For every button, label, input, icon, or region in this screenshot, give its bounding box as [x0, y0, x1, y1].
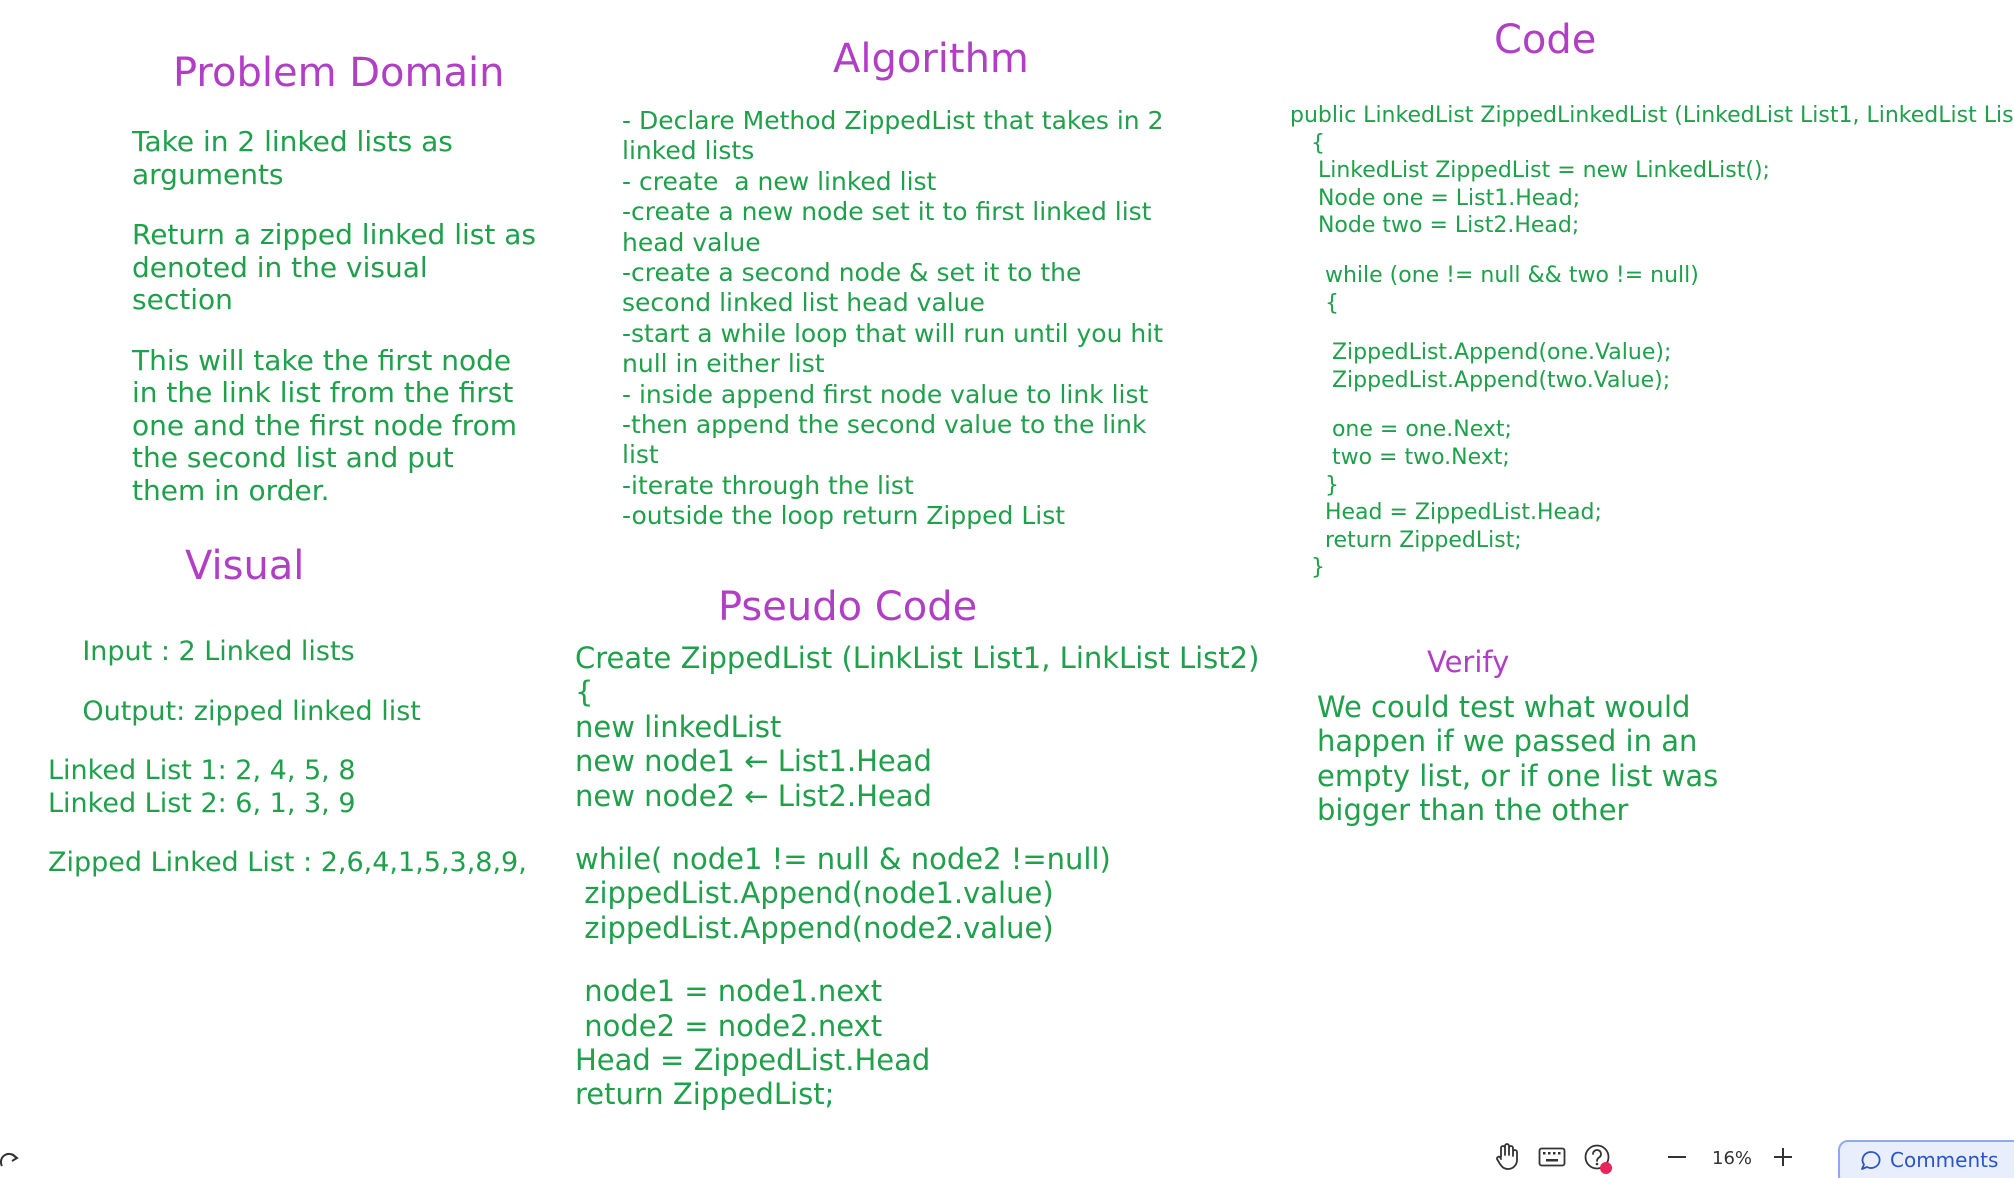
text-line: happen if we passed in an	[1317, 724, 1698, 759]
whiteboard-canvas[interactable]: Problem Domain Take in 2 linked lists as…	[0, 0, 2014, 1178]
text-line: zippedList.Append(node1.value)	[575, 876, 1054, 911]
text-line	[1290, 394, 2014, 416]
hand-icon	[1496, 1143, 1518, 1170]
text-line: node1 = node1.next	[575, 974, 883, 1009]
text-line: - create a new linked list	[622, 166, 937, 196]
algorithm-heading: Algorithm	[833, 36, 1029, 82]
text-line: ZippedList.Append(one.Value);	[1290, 340, 1672, 366]
text-line: Input : 2 Linked lists	[48, 636, 355, 667]
zoom-level[interactable]: 16%	[1712, 1148, 1752, 1169]
text-line: }	[1290, 472, 1339, 498]
keyboard-shortcuts-button[interactable]	[1535, 1140, 1569, 1174]
text-line: while( node1 != null & node2 !=null)	[575, 842, 1111, 877]
text-line: linked lists	[622, 136, 755, 166]
text-line: -then append the second value to the lin…	[622, 410, 1147, 440]
text-line: section	[132, 283, 233, 316]
text-line: second linked list head value	[622, 288, 985, 318]
zoom-out-icon	[1668, 1156, 1686, 1158]
text-line: node2 = node2.next	[575, 1008, 883, 1043]
comments-button[interactable]: Comments	[1838, 1140, 2014, 1178]
text-line: new linkedList	[575, 709, 782, 744]
problem-domain-text: Take in 2 linked lists as arguments Return…	[132, 125, 536, 507]
visual-text: Input : 2 Linked lists Output: zipped li…	[48, 636, 527, 880]
text-line: one and the first node from	[132, 408, 517, 442]
text-line: them in order.	[132, 473, 330, 507]
comment-icon	[1861, 1151, 1881, 1170]
text-line: Node two = List2.Head;	[1290, 213, 1580, 239]
text-line: the second list and put	[132, 441, 454, 474]
visual-heading: Visual	[185, 543, 305, 589]
pseudo-code-text: Create ZippedList (LinkList List1, LinkL…	[575, 641, 1259, 1112]
text-line: null in either list	[622, 349, 825, 379]
text-line: Create ZippedList (LinkList List1, LinkL…	[575, 641, 1260, 675]
text-line: - Declare Method ZippedList that takes i…	[622, 106, 1164, 135]
text-line: {	[1290, 130, 1325, 156]
hand-tool-button[interactable]	[1490, 1140, 1524, 1174]
bottom-toolbar: 16% Comments	[1490, 1140, 2014, 1178]
pseudo-code-heading: Pseudo Code	[718, 584, 978, 630]
text-line: Node one = List1.Head;	[1290, 185, 1581, 211]
code-heading: Code	[1494, 17, 1597, 63]
text-line: -outside the loop return Zipped List	[622, 501, 1066, 531]
verify-text: We could test what would happen if we pas…	[1317, 690, 1718, 828]
text-line: arguments	[132, 157, 284, 191]
text-line: LinkedList ZippedList = new LinkedList()…	[1290, 158, 1770, 184]
text-line: This will take the first node	[132, 343, 512, 377]
text-line: Return a zipped linked list as	[132, 218, 536, 251]
text-line: - inside append first node value to link…	[622, 379, 1149, 409]
text-line: ZippedList.Append(two.Value);	[1290, 367, 1671, 393]
text-line: two = two.Next;	[1290, 444, 1510, 470]
problem-domain-heading: Problem Domain	[173, 50, 505, 96]
text-line: zippedList.Append(node2.value)	[575, 910, 1054, 945]
text-line: Take in 2 linked lists as	[132, 125, 453, 158]
text-line: denoted in the visual	[132, 250, 428, 284]
text-line	[48, 728, 527, 755]
text-line: Head = ZippedList.Head	[575, 1043, 931, 1078]
help-button[interactable]	[1580, 1140, 1614, 1174]
text-line	[1290, 240, 2014, 262]
zoom-out-button[interactable]	[1660, 1140, 1694, 1174]
text-line	[575, 813, 1259, 842]
text-line: Zipped Linked List : 2,6,4,1,5,3,8,9,	[48, 847, 527, 878]
algorithm-text: - Declare Method ZippedList that takes i…	[622, 106, 1164, 532]
text-line	[48, 820, 527, 847]
text-line: new node2 ← List2.Head	[575, 778, 932, 813]
zoom-in-icon	[1774, 1148, 1792, 1166]
notification-dot	[1600, 1162, 1612, 1174]
comments-label: Comments	[1890, 1148, 1999, 1172]
text-line: }	[1290, 555, 1325, 581]
text-line: new node1 ← List1.Head	[575, 744, 932, 779]
text-line: list	[622, 440, 659, 470]
text-line: {	[1290, 290, 1339, 316]
text-line: in the link list from the first	[132, 376, 514, 409]
text-line: -start a while loop that will run until …	[622, 318, 1163, 348]
text-line: -iterate through the list	[622, 470, 914, 500]
text-line: while (one != null && two != null)	[1290, 262, 1699, 288]
zoom-in-button[interactable]	[1766, 1140, 1800, 1174]
text-line: Linked List 1: 2, 4, 5, 8	[48, 755, 356, 786]
text-line: {	[575, 675, 594, 710]
text-line	[48, 669, 527, 696]
text-line	[1290, 317, 2014, 339]
text-line: Head = ZippedList.Head;	[1290, 500, 1602, 526]
text-line: head value	[622, 227, 761, 257]
text-line: public LinkedList ZippedLinkedList (Link…	[1290, 103, 2014, 128]
text-line	[575, 945, 1259, 974]
text-line: -create a second node & set it to the	[622, 258, 1082, 288]
text-line: bigger than the other	[1317, 793, 1629, 828]
text-line: Output: zipped linked list	[48, 695, 421, 727]
text-line: one = one.Next;	[1290, 417, 1512, 443]
verify-heading: Verify	[1427, 645, 1510, 679]
text-line: return ZippedList;	[1290, 527, 1522, 553]
text-line: We could test what would	[1317, 690, 1691, 724]
keyboard-icon	[1538, 1147, 1566, 1167]
text-line: return ZippedList;	[575, 1077, 835, 1112]
text-line	[132, 191, 536, 219]
text-line: Linked List 2: 6, 1, 3, 9	[48, 787, 356, 819]
text-line: empty list, or if one list was	[1317, 758, 1719, 793]
text-line	[132, 317, 536, 345]
redo-icon[interactable]	[0, 1150, 22, 1172]
text-line: -create a new node set it to first linke…	[622, 197, 1152, 227]
code-text: public LinkedList ZippedLinkedList (Link…	[1290, 102, 2014, 582]
